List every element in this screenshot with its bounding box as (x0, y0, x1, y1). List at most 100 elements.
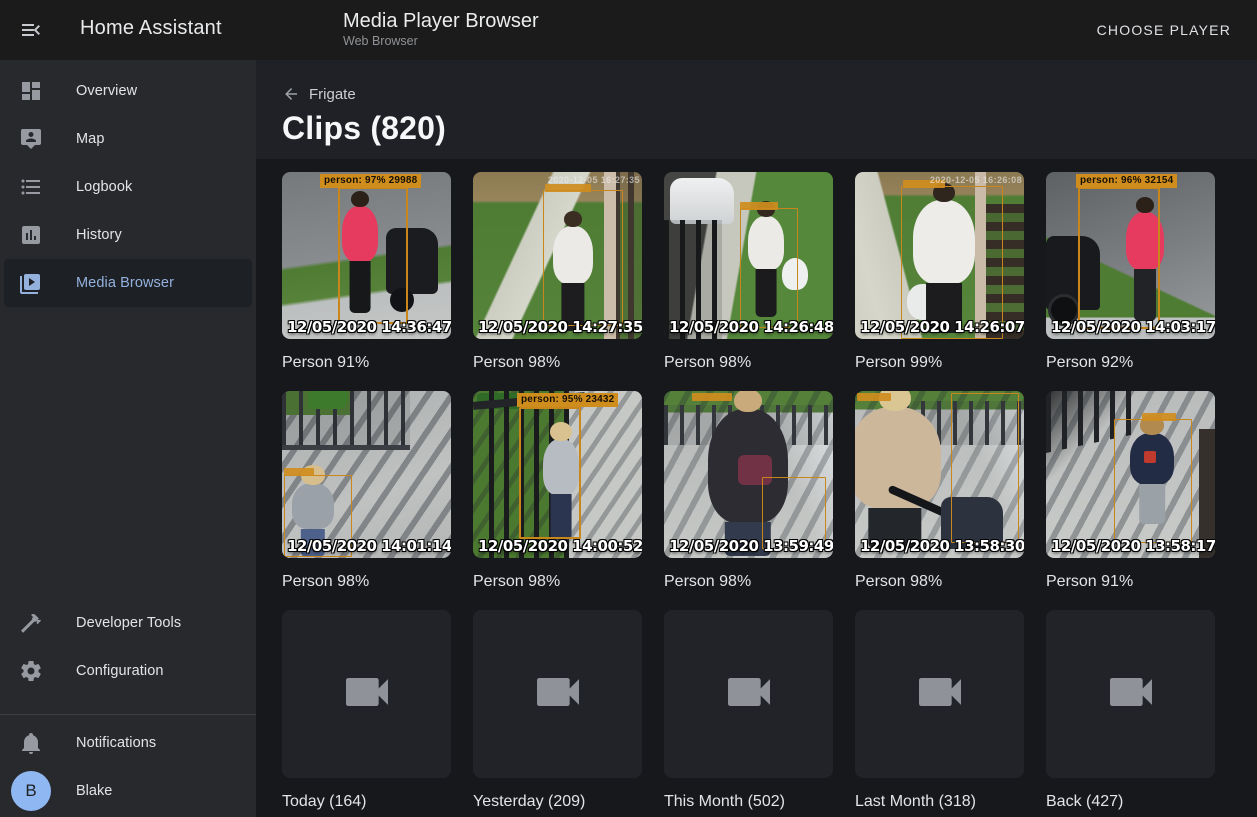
page-title: Clips (820) (282, 110, 1231, 147)
detection-bbox (543, 190, 623, 326)
detection-tag-small (284, 468, 314, 476)
clip-thumbnail: 12/05/2020 13:58:30 (855, 391, 1024, 558)
folder-label: This Month (502) (664, 791, 833, 813)
sidebar-item-map[interactable]: Map (0, 115, 256, 163)
detection-tag-small (692, 393, 732, 401)
timestamp-overlay: 12/05/2020 14:26:48 (669, 318, 833, 336)
detection-tag-small (740, 202, 778, 210)
clip-card[interactable]: person: 97% 29988 12/05/2020 14:36:47 Pe… (282, 172, 451, 374)
video-camera-icon (1103, 664, 1159, 725)
toy-shape (308, 391, 348, 409)
folder-card[interactable]: Yesterday (209) (473, 610, 642, 813)
folder-thumbnail (473, 610, 642, 778)
timestamp-overlay: 12/05/2020 14:36:47 (287, 318, 451, 336)
folder-card[interactable]: Back (427) (1046, 610, 1215, 813)
sidebar-item-label: Overview (76, 83, 137, 99)
sidebar-user[interactable]: B Blake (0, 767, 256, 815)
detection-tag-small (857, 393, 891, 401)
clip-thumbnail: 12/05/2020 14:26:48 (664, 172, 833, 339)
timestamp-overlay: 12/05/2020 14:03:17 (1051, 318, 1215, 336)
clip-card[interactable]: 12/05/2020 14:01:14 Person 98% (282, 391, 451, 593)
hammer-icon (19, 611, 43, 635)
folder-thumbnail (282, 610, 451, 778)
detection-bbox (1078, 187, 1160, 329)
map-person-icon (19, 127, 43, 151)
clips-grid: person: 97% 29988 12/05/2020 14:36:47 Pe… (256, 159, 1257, 813)
clip-thumbnail: 12/05/2020 14:01:14 (282, 391, 451, 558)
folder-thumbnail (664, 610, 833, 778)
sidebar-item-configuration[interactable]: Configuration (0, 647, 256, 695)
clip-card[interactable]: 12/05/2020 13:59:49 Person 98% (664, 391, 833, 593)
clip-thumbnail: 2020-12-05 16:26:08 12/05/2020 14:26:07 (855, 172, 1024, 339)
sidebar-item-label: History (76, 227, 122, 243)
clip-card[interactable]: 12/05/2020 13:58:17 Person 91% (1046, 391, 1215, 593)
sidebar-item-developer-tools[interactable]: Developer Tools (0, 599, 256, 647)
breadcrumb-label: Frigate (309, 86, 356, 103)
sidebar-spacer (0, 307, 256, 599)
clip-card[interactable]: person: 96% 32154 12/05/2020 14:03:17 Pe… (1046, 172, 1215, 374)
gear-icon (19, 659, 43, 683)
clip-thumbnail: person: 96% 32154 12/05/2020 14:03:17 (1046, 172, 1215, 339)
detection-tag: person: 96% 32154 (1076, 174, 1177, 188)
clip-caption: Person 98% (664, 352, 833, 374)
clip-card[interactable]: person: 95% 23432 12/05/2020 14:00:52 Pe… (473, 391, 642, 593)
detection-bbox (338, 187, 408, 324)
clip-caption: Person 91% (282, 352, 451, 374)
folder-label: Back (427) (1046, 791, 1215, 813)
sidebar-nav: Overview Map Logbook History Media Brows… (0, 60, 256, 307)
breadcrumb[interactable]: Frigate (282, 85, 356, 103)
avatar: B (11, 771, 51, 811)
sidebar: Overview Map Logbook History Media Brows… (0, 60, 256, 817)
sidebar-item-media-browser[interactable]: Media Browser (4, 259, 252, 307)
topbar: Home Assistant Media Player Browser Web … (0, 0, 1257, 60)
clip-card[interactable]: 2020-12-05 16:27:35 12/05/2020 14:27:35 … (473, 172, 642, 374)
bell-icon (19, 731, 43, 755)
clip-caption: Person 91% (1046, 571, 1215, 593)
sidebar-item-history[interactable]: History (0, 211, 256, 259)
folder-card[interactable]: This Month (502) (664, 610, 833, 813)
media-browser-header: Frigate Clips (820) (256, 60, 1257, 159)
clip-thumbnail: 2020-12-05 16:27:35 12/05/2020 14:27:35 (473, 172, 642, 339)
sidebar-item-notifications[interactable]: Notifications (0, 719, 256, 767)
clip-thumbnail: 12/05/2020 13:58:17 (1046, 391, 1215, 558)
app-window: Home Assistant Media Player Browser Web … (0, 0, 1257, 817)
sidebar-item-logbook[interactable]: Logbook (0, 163, 256, 211)
sidebar-item-label: Notifications (76, 735, 156, 751)
camera-osd-text: 2020-12-05 16:26:08 (930, 175, 1022, 185)
panel-title-block: Media Player Browser Web Browser (343, 9, 539, 50)
clip-caption: Person 98% (855, 571, 1024, 593)
clip-card[interactable]: 2020-12-05 16:26:08 12/05/2020 14:26:07 … (855, 172, 1024, 374)
panel-subtitle: Web Browser (343, 33, 539, 50)
detection-tag: person: 95% 23432 (517, 393, 618, 407)
clip-caption: Person 98% (473, 571, 642, 593)
menu-open-icon[interactable] (19, 18, 43, 42)
folder-card[interactable]: Last Month (318) (855, 610, 1024, 813)
user-name: Blake (76, 783, 112, 799)
clip-thumbnail: person: 97% 29988 12/05/2020 14:36:47 (282, 172, 451, 339)
timestamp-overlay: 12/05/2020 13:58:30 (860, 537, 1024, 555)
view-dashboard-icon (19, 79, 43, 103)
clip-caption: Person 92% (1046, 352, 1215, 374)
clip-card[interactable]: 12/05/2020 14:26:48 Person 98% (664, 172, 833, 374)
sidebar-item-label: Map (76, 131, 105, 147)
app-title: Home Assistant (80, 17, 222, 40)
clip-caption: Person 98% (664, 571, 833, 593)
folder-thumbnail (855, 610, 1024, 778)
arrow-left-icon (282, 85, 300, 103)
folder-card[interactable]: Today (164) (282, 610, 451, 813)
folder-label: Last Month (318) (855, 791, 1024, 813)
timestamp-overlay: 12/05/2020 14:01:14 (287, 537, 451, 555)
detection-tag: person: 97% 29988 (320, 174, 421, 188)
detection-bbox (1114, 419, 1192, 543)
play-box-multiple-icon (19, 271, 43, 295)
sidebar-divider (0, 714, 256, 715)
detection-tag-small (545, 184, 591, 192)
clip-caption: Person 98% (473, 352, 642, 374)
timestamp-overlay: 12/05/2020 13:59:49 (669, 537, 833, 555)
video-camera-icon (721, 664, 777, 725)
clip-caption: Person 98% (282, 571, 451, 593)
timestamp-overlay: 12/05/2020 14:00:52 (478, 537, 642, 555)
clip-card[interactable]: 12/05/2020 13:58:30 Person 98% (855, 391, 1024, 593)
sidebar-item-overview[interactable]: Overview (0, 67, 256, 115)
choose-player-button[interactable]: CHOOSE PLAYER (1091, 21, 1237, 39)
